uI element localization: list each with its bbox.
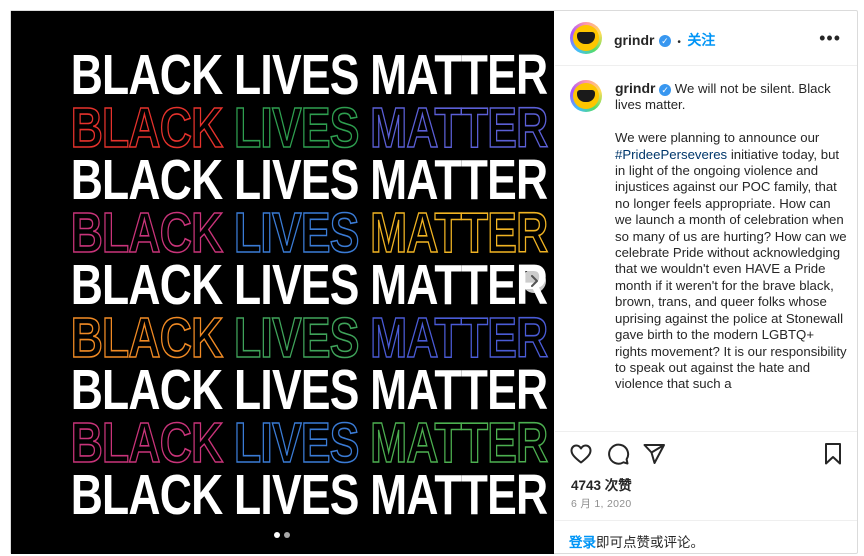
slogan-line-solid: BLACK LIVES MATTER	[70, 463, 548, 527]
caption-avatar[interactable]	[570, 80, 602, 112]
comment-icon	[608, 443, 630, 465]
caption-body-start: We were planning to announce our	[615, 130, 820, 146]
separator: •	[677, 37, 681, 48]
action-bar	[555, 431, 857, 472]
carousel-indicator	[274, 532, 290, 538]
paper-plane-icon	[643, 444, 665, 464]
header-username[interactable]: grindr	[614, 32, 654, 48]
more-options-button[interactable]: •••	[819, 29, 841, 47]
login-bar: 登录即可点赞或评论。	[555, 520, 857, 554]
verified-badge-icon: ✓	[659, 83, 672, 96]
avatar[interactable]	[570, 22, 602, 54]
bookmark-icon	[825, 443, 841, 465]
chevron-right-icon	[531, 275, 538, 287]
next-slide-button[interactable]	[522, 269, 546, 293]
hashtag-link[interactable]: #PrideePerseveres	[615, 147, 727, 162]
login-link[interactable]: 登录	[569, 535, 596, 550]
heart-icon	[570, 444, 592, 464]
post-image[interactable]: BLACK LIVES MATTER BLACK LIVES MATTER BLAC…	[11, 11, 554, 554]
comment-button[interactable]	[606, 442, 630, 471]
save-button[interactable]	[823, 442, 843, 471]
caption-text: grindr ✓ We will not be silent. Black li…	[615, 80, 847, 393]
login-prompt: 登录即可点赞或评论。	[569, 531, 704, 551]
carousel-dot	[284, 532, 290, 538]
like-button[interactable]	[569, 442, 593, 471]
carousel-dot	[274, 532, 280, 538]
caption-panel[interactable]: grindr ✓ We will not be silent. Black li…	[555, 66, 857, 430]
login-rest: 即可点赞或评论。	[596, 535, 704, 550]
post-date: 6 月 1, 2020	[571, 498, 632, 510]
share-button[interactable]	[642, 442, 666, 471]
likes-count[interactable]: 4743 次赞	[571, 474, 632, 494]
post-sidebar: grindr ✓ • 关注 ••• grindr ✓ We will not b…	[555, 11, 857, 553]
follow-button[interactable]: 关注	[687, 32, 715, 48]
caption-username[interactable]: grindr	[615, 80, 655, 96]
caption-body-rest: initiative today, but in light of the on…	[615, 146, 847, 392]
post-header: grindr ✓ • 关注 •••	[555, 11, 857, 66]
verified-badge-icon: ✓	[658, 34, 671, 47]
